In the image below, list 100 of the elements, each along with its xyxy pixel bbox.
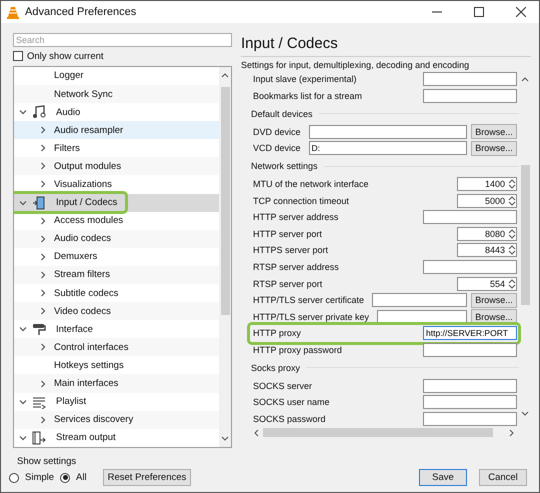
maximize-icon[interactable] bbox=[474, 7, 484, 17]
text-field[interactable] bbox=[423, 378, 517, 393]
chevron-right-icon[interactable] bbox=[39, 289, 47, 298]
scroll-thumb[interactable] bbox=[220, 86, 230, 315]
close-icon[interactable] bbox=[516, 7, 526, 17]
chevron-right-icon[interactable] bbox=[39, 234, 47, 243]
chevron-right-icon[interactable] bbox=[39, 126, 47, 134]
setting-label: HTTP/TLS server certificate bbox=[253, 295, 364, 306]
tree-item[interactable]: Subtitle codecs bbox=[54, 288, 118, 299]
chevron-right-icon[interactable] bbox=[39, 343, 47, 352]
setting-label: HTTP server port bbox=[253, 228, 322, 239]
text-field[interactable] bbox=[423, 72, 517, 86]
text-field[interactable] bbox=[423, 210, 517, 224]
radio-label[interactable]: Simple bbox=[25, 472, 54, 483]
text-field[interactable]: http://SERVER:PORT bbox=[423, 326, 517, 340]
chevron-down-icon[interactable] bbox=[19, 325, 27, 334]
browse-button[interactable]: Browse... bbox=[471, 292, 517, 308]
scroll-right-icon[interactable] bbox=[509, 428, 515, 437]
chevron-down-icon[interactable] bbox=[19, 434, 27, 442]
tree-category[interactable]: Playlist bbox=[56, 396, 86, 408]
section-heading: Socks proxy bbox=[251, 362, 300, 373]
text-field[interactable] bbox=[372, 293, 467, 308]
text-field[interactable]: D: bbox=[308, 141, 467, 156]
section-heading: Default devices bbox=[251, 108, 313, 119]
scroll-up-icon[interactable] bbox=[221, 70, 229, 79]
scroll-down-icon[interactable] bbox=[521, 410, 529, 418]
show-settings-label: Show settings bbox=[17, 456, 78, 467]
text-field[interactable] bbox=[377, 310, 467, 324]
text-field[interactable] bbox=[423, 395, 517, 410]
radio-button[interactable] bbox=[9, 472, 19, 482]
checkbox-label: Only show current bbox=[27, 50, 104, 62]
text-field[interactable] bbox=[423, 412, 517, 426]
tree-item[interactable]: Hotkeys settings bbox=[54, 360, 124, 371]
number-spinner[interactable]: 554 bbox=[457, 276, 517, 291]
setting-label: HTTP/TLS server private key bbox=[253, 312, 370, 322]
save-button[interactable]: Save bbox=[419, 469, 467, 486]
setting-label: DVD device bbox=[253, 126, 301, 137]
setting-label: SOCKS password bbox=[253, 414, 326, 424]
tree-item[interactable]: Stream filters bbox=[54, 269, 110, 280]
scroll-up-icon[interactable] bbox=[521, 75, 529, 83]
tree-category[interactable]: Audio bbox=[56, 106, 80, 118]
scrollbar[interactable] bbox=[219, 66, 231, 447]
browse-button[interactable]: Browse... bbox=[471, 124, 517, 140]
spin-arrows-icon bbox=[508, 194, 516, 207]
tree-item[interactable]: Video codecs bbox=[54, 306, 111, 317]
scroll-thumb[interactable] bbox=[520, 165, 530, 305]
number-spinner[interactable]: 8080 bbox=[457, 226, 517, 241]
tree-item[interactable]: Filters bbox=[54, 142, 80, 154]
setting-label: SOCKS server bbox=[253, 380, 312, 391]
panel-title: Input / Codecs bbox=[241, 33, 531, 57]
spin-arrows-icon bbox=[508, 228, 516, 240]
spin-arrows-icon bbox=[508, 244, 516, 256]
tree-category[interactable]: Interface bbox=[56, 324, 93, 335]
chevron-right-icon[interactable] bbox=[39, 416, 47, 424]
tree-item[interactable]: Audio codecs bbox=[54, 233, 112, 244]
paint-roller-icon bbox=[32, 322, 46, 336]
setting-label: VCD device bbox=[253, 143, 301, 154]
text-field[interactable] bbox=[423, 88, 517, 103]
radio-label[interactable]: All bbox=[76, 472, 87, 483]
number-spinner[interactable]: 5000 bbox=[457, 194, 517, 208]
chevron-down-icon[interactable] bbox=[19, 398, 27, 406]
chevron-right-icon[interactable] bbox=[39, 270, 47, 279]
traffic-cone-icon bbox=[7, 6, 19, 18]
chevron-down-icon[interactable] bbox=[19, 198, 27, 207]
scroll-left-icon[interactable] bbox=[253, 428, 259, 437]
tree-item[interactable]: Visualizations bbox=[54, 178, 112, 190]
tree-item[interactable]: Access modules bbox=[54, 215, 124, 226]
number-spinner[interactable]: 8443 bbox=[457, 243, 517, 258]
tree-category[interactable]: Input / Codecs bbox=[56, 197, 118, 208]
chevron-right-icon[interactable] bbox=[39, 307, 47, 316]
panel-subtitle: Settings for input, demultiplexing, decoding and encoding bbox=[241, 59, 470, 71]
setting-label: TCP connection timeout bbox=[253, 196, 349, 206]
chevron-down-icon[interactable] bbox=[19, 108, 27, 116]
tree-item[interactable]: Demuxers bbox=[54, 251, 98, 262]
chevron-right-icon[interactable] bbox=[39, 380, 47, 388]
text-field[interactable] bbox=[423, 260, 517, 274]
chevron-right-icon[interactable] bbox=[39, 252, 47, 261]
film-arrow-icon bbox=[32, 430, 46, 445]
radio-button[interactable] bbox=[60, 472, 70, 482]
text-field[interactable] bbox=[423, 342, 517, 357]
tree-item[interactable]: Main interfaces bbox=[54, 378, 118, 390]
text-field[interactable] bbox=[308, 124, 467, 139]
checkbox[interactable] bbox=[13, 51, 23, 62]
cancel-button[interactable]: Cancel bbox=[479, 469, 527, 486]
chevron-right-icon[interactable] bbox=[39, 180, 47, 188]
scroll-down-icon[interactable] bbox=[221, 435, 229, 443]
search-field[interactable]: Search bbox=[13, 33, 232, 47]
section-heading: Network settings bbox=[251, 161, 318, 172]
tree-item[interactable]: Network Sync bbox=[54, 88, 113, 100]
number-spinner[interactable]: 1400 bbox=[457, 176, 517, 191]
tree-item[interactable]: Logger bbox=[54, 70, 84, 82]
browse-button[interactable]: Browse... bbox=[471, 140, 517, 156]
setting-label: Bookmarks list for a stream bbox=[253, 90, 362, 101]
reset-preferences-button[interactable]: Reset Preferences bbox=[102, 469, 192, 486]
chevron-right-icon[interactable] bbox=[39, 216, 47, 225]
tree-category[interactable]: Stream output bbox=[56, 432, 116, 444]
chevron-right-icon[interactable] bbox=[39, 162, 47, 170]
setting-label: HTTPS server port bbox=[253, 245, 328, 256]
chevron-right-icon[interactable] bbox=[39, 144, 47, 152]
setting-label: MTU of the network interface bbox=[253, 178, 369, 189]
